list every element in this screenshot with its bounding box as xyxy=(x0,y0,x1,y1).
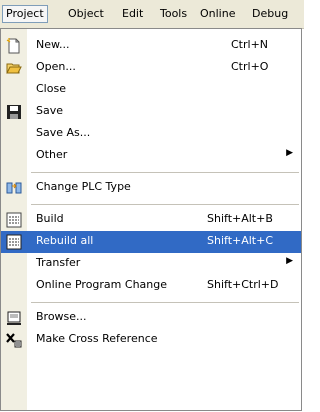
menu-item-open-shortcut: Ctrl+O xyxy=(231,60,269,73)
menu-separator xyxy=(31,172,299,173)
menu-item-build[interactable]: Build Shift+Alt+B xyxy=(1,209,301,231)
menu-item-save-as[interactable]: Save As... xyxy=(1,123,301,145)
browse-icon xyxy=(6,310,22,326)
menu-item-transfer[interactable]: Transfer ▶ xyxy=(1,253,301,275)
menu-item-new-label: New... xyxy=(36,38,70,51)
menu-item-save[interactable]: Save xyxy=(1,101,301,123)
menu-item-change-plc-label: Change PLC Type xyxy=(36,180,131,193)
menu-item-open-label: Open... xyxy=(36,60,76,73)
menu-item-open[interactable]: Open... Ctrl+O xyxy=(1,57,301,79)
menu-item-close[interactable]: Close xyxy=(1,79,301,101)
rebuild-all-icon xyxy=(6,234,22,250)
menu-item-transfer-label: Transfer xyxy=(36,256,81,269)
save-disk-icon xyxy=(6,104,22,120)
menu-item-rebuild-all-shortcut: Shift+Alt+C xyxy=(207,234,274,247)
menu-edit[interactable]: Edit xyxy=(122,6,143,22)
menu-bar: Project Object Edit Tools Online Debug xyxy=(0,0,304,29)
new-file-icon xyxy=(6,38,22,54)
menu-item-online-program-change[interactable]: Online Program Change Shift+Ctrl+D xyxy=(1,275,301,297)
menu-item-change-plc-type[interactable]: Change PLC Type xyxy=(1,177,301,199)
menu-item-save-as-label: Save As... xyxy=(36,126,91,139)
menu-tools[interactable]: Tools xyxy=(160,6,187,22)
menu-project[interactable]: Project xyxy=(2,5,48,23)
menu-item-browse-label: Browse... xyxy=(36,310,87,323)
menu-item-build-label: Build xyxy=(36,212,64,225)
menu-object-label: Object xyxy=(68,7,104,20)
project-dropdown-menu: New... Ctrl+N Open... Ctrl+O Close Save … xyxy=(0,28,302,411)
menu-item-new[interactable]: New... Ctrl+N xyxy=(1,35,301,57)
menu-online[interactable]: Online xyxy=(200,6,235,22)
menu-item-save-label: Save xyxy=(36,104,64,117)
open-folder-icon xyxy=(6,60,22,76)
menu-item-make-cross-reference[interactable]: Make Cross Reference xyxy=(1,329,301,351)
menu-online-label: Online xyxy=(200,7,236,20)
menu-separator xyxy=(31,204,299,205)
menu-project-label: Project xyxy=(6,7,44,20)
menu-separator xyxy=(31,302,299,303)
menu-item-online-change-label: Online Program Change xyxy=(36,278,168,291)
menu-debug[interactable]: Debug xyxy=(252,6,288,22)
menu-item-online-change-shortcut: Shift+Ctrl+D xyxy=(207,278,279,291)
menu-object[interactable]: Object xyxy=(68,6,104,22)
menu-item-other[interactable]: Other ▶ xyxy=(1,145,301,167)
menu-item-new-shortcut: Ctrl+N xyxy=(231,38,269,51)
cross-reference-icon xyxy=(6,332,22,348)
submenu-arrow-icon: ▶ xyxy=(286,148,293,158)
menu-item-build-shortcut: Shift+Alt+B xyxy=(207,212,273,225)
menu-item-rebuild-all-label: Rebuild all xyxy=(36,234,94,247)
menu-item-rebuild-all[interactable]: Rebuild all Shift+Alt+C xyxy=(1,231,301,253)
submenu-arrow-icon: ▶ xyxy=(286,256,293,266)
build-icon xyxy=(6,212,22,228)
menu-edit-label: Edit xyxy=(122,7,144,20)
menu-item-browse[interactable]: Browse... xyxy=(1,307,301,329)
menu-debug-label: Debug xyxy=(252,7,289,20)
menu-item-close-label: Close xyxy=(36,82,66,95)
menu-tools-label: Tools xyxy=(160,7,188,20)
menu-item-other-label: Other xyxy=(36,148,68,161)
menu-item-cross-ref-label: Make Cross Reference xyxy=(36,332,158,345)
change-plc-icon xyxy=(6,180,22,196)
